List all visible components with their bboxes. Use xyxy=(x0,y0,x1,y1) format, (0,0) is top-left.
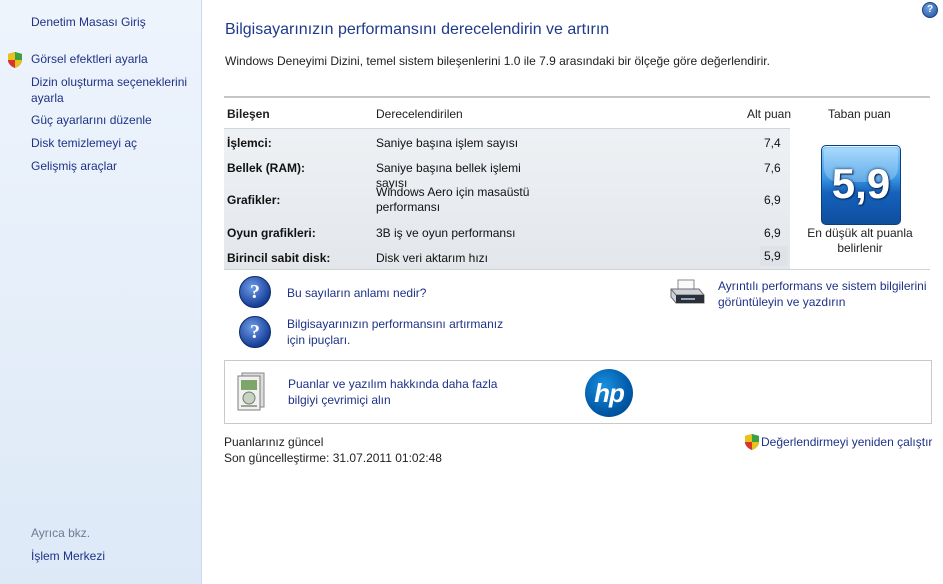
header-subscore: Alt puan xyxy=(747,107,792,121)
main-content: ? Bilgisayarınızın performansını derecel… xyxy=(202,0,943,584)
printer-icon xyxy=(670,279,705,304)
what-do-numbers-mean-link[interactable]: Bu sayıların anlamı nedir? xyxy=(287,285,426,301)
row-component-graphics: Grafikler: xyxy=(227,193,281,207)
base-score-value: 5,9 xyxy=(831,160,891,207)
online-info-link[interactable]: Puanlar ve yazılım hakkında daha fazla b… xyxy=(288,376,508,408)
base-score-panel: 5,9 En düşük alt puanla belirlenir xyxy=(790,128,930,268)
row-subscore-memory: 7,6 xyxy=(764,161,781,175)
sidebar-item-disk-cleanup[interactable]: Disk temizlemeyi aç xyxy=(31,135,196,151)
row-component-processor: İşlemci: xyxy=(227,136,272,150)
action-center-link[interactable]: İşlem Merkezi xyxy=(31,548,196,564)
print-details-link[interactable]: Ayrıntılı performans ve sistem bilgileri… xyxy=(718,278,938,310)
row-component-memory: Bellek (RAM): xyxy=(227,161,306,175)
scores-current-status: Puanlarınız güncel xyxy=(224,435,324,449)
control-panel-home-link[interactable]: Denetim Masası Giriş xyxy=(31,14,196,30)
page-description: Windows Deneyimi Dizini, temel sistem bi… xyxy=(225,54,770,68)
see-also-label: Ayrıca bkz. xyxy=(31,526,91,540)
sidebar-item-visual-effects[interactable]: Görsel efektleri ayarla xyxy=(31,51,196,67)
question-icon: ? xyxy=(239,276,271,308)
software-box-icon xyxy=(237,372,265,411)
row-rated-processor: Saniye başına işlem sayısı xyxy=(376,136,519,150)
last-updated-status: Son güncelleştirme: 31.07.2011 01:02:48 xyxy=(224,451,442,465)
row-subscore-graphics: 6,9 xyxy=(764,193,781,207)
sidebar-item-advanced-tools[interactable]: Gelişmiş araçlar xyxy=(31,158,196,174)
row-subscore-processor: 7,4 xyxy=(764,136,781,150)
sidebar-item-power-settings[interactable]: Güç ayarlarını düzenle xyxy=(31,112,196,128)
uac-shield-icon xyxy=(8,52,22,68)
hp-logo[interactable]: hp xyxy=(585,369,633,417)
page-title: Bilgisayarınızın performansını derecelen… xyxy=(225,21,610,38)
row-rated-gaming-graphics: 3B iş ve oyun performansı xyxy=(376,226,516,240)
uac-shield-icon xyxy=(745,434,759,450)
score-table: Bileşen Derecelendirilen Alt puan Taban … xyxy=(224,96,930,270)
base-score-tile: 5,9 xyxy=(821,145,901,225)
row-rated-graphics: Windows Aero için masaüstü performansı xyxy=(376,185,530,214)
help-icon[interactable]: ? xyxy=(922,2,938,18)
sidebar: Denetim Masası Giriş Görsel efektleri ay… xyxy=(0,0,202,584)
question-icon: ? xyxy=(239,316,271,348)
row-subscore-gaming-graphics: 6,9 xyxy=(764,226,781,240)
performance-tips-link[interactable]: Bilgisayarınızın performansını artırmanı… xyxy=(287,316,517,348)
row-component-gaming-graphics: Oyun grafikleri: xyxy=(227,226,316,240)
row-rated-hard-disk: Disk veri aktarım hızı xyxy=(376,251,489,265)
score-rows: İşlemci: Saniye başına işlem sayısı 7,4 … xyxy=(224,128,790,269)
row-component-hard-disk: Birincil sabit disk: xyxy=(227,251,331,265)
table-divider xyxy=(224,269,930,270)
header-base-score: Taban puan xyxy=(828,107,891,121)
row-subscore-hard-disk: 5,9 xyxy=(760,246,788,266)
header-component: Bileşen xyxy=(227,107,270,121)
base-score-caption: En düşük alt puanla belirlenir xyxy=(807,226,913,255)
header-rated: Derecelendirilen xyxy=(376,107,463,121)
sidebar-item-indexing-options[interactable]: Dizin oluşturma seçeneklerini ayarla xyxy=(31,74,196,106)
online-info-box: Puanlar ve yazılım hakkında daha fazla b… xyxy=(224,360,932,424)
rerun-assessment-link[interactable]: Değerlendirmeyi yeniden çalıştır xyxy=(761,435,932,449)
